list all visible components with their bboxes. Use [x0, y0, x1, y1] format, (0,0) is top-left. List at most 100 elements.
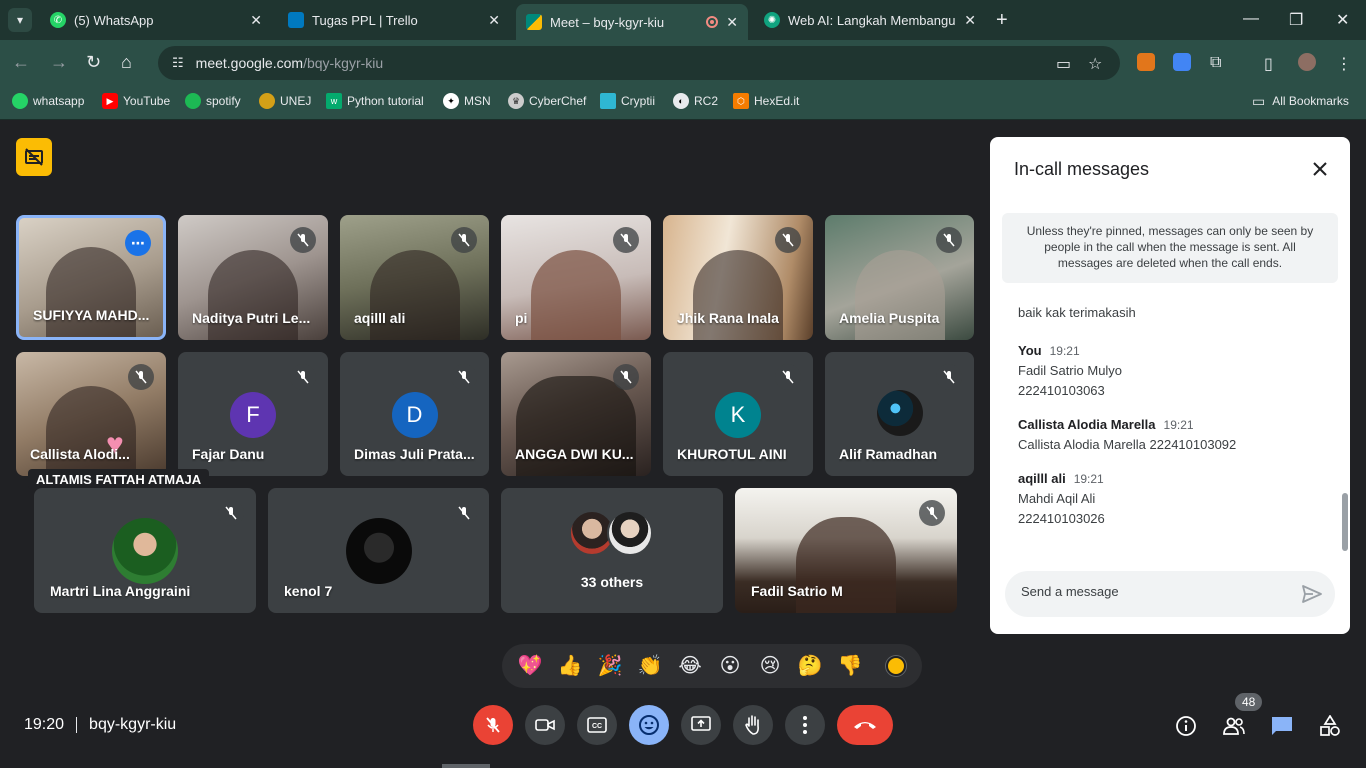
reload-button[interactable]: ↻	[86, 52, 101, 72]
thumbs-up-reaction[interactable]: 👍	[550, 644, 590, 688]
site-info-icon[interactable]: ☷	[172, 55, 184, 71]
participant-tile[interactable]: ANGGA DWI KU...	[501, 352, 651, 476]
bookmark-whatsapp[interactable]: whatsapp	[12, 92, 84, 110]
participant-name: kenol 7	[284, 583, 333, 599]
side-panel-icon[interactable]: ▯	[1264, 54, 1273, 74]
participant-tile[interactable]: kenol 7	[268, 488, 489, 613]
more-options-icon[interactable]: ⋯	[125, 230, 151, 256]
bookmark-python-tutorial[interactable]: w Python tutorial	[326, 92, 424, 110]
close-window-button[interactable]: ✕	[1336, 10, 1349, 30]
raise-hand-button[interactable]	[733, 705, 773, 745]
metamask-icon[interactable]	[1137, 53, 1155, 71]
all-bookmarks[interactable]: ▭ All Bookmarks	[1252, 92, 1349, 110]
reactions-button[interactable]	[629, 705, 669, 745]
forward-button[interactable]: →	[50, 52, 68, 72]
message-text: Mahdi Aqil Ali	[1018, 491, 1096, 506]
participant-avatar	[112, 518, 178, 584]
extensions-icon[interactable]: ⧉	[1210, 54, 1221, 72]
participant-name: Fajar Danu	[192, 446, 265, 462]
leave-call-button[interactable]	[837, 705, 893, 745]
clap-reaction[interactable]: 👏	[630, 644, 670, 688]
chat-icon	[1272, 717, 1292, 735]
party-reaction[interactable]: 🎉	[590, 644, 630, 688]
bookmark-spotify[interactable]: spotify	[185, 92, 241, 110]
bookmark-cryptii[interactable]: Cryptii	[600, 92, 655, 110]
message-group: aqilll ali 19:21 Mahdi Aqil Ali 222410103…	[1018, 469, 1328, 529]
present-screen-button[interactable]	[681, 705, 721, 745]
present-icon	[691, 716, 711, 731]
bookmark-msn[interactable]: ✦ MSN	[443, 92, 491, 110]
bookmark-rc2[interactable]: ◐ RC2	[673, 92, 718, 110]
send-button[interactable]	[1301, 583, 1323, 610]
close-tab-icon[interactable]: ✕	[726, 14, 738, 31]
new-tab-button[interactable]: +	[996, 10, 1008, 30]
camera-permission-icon[interactable]: ▭	[1056, 54, 1071, 74]
bookmark-hexed[interactable]: ⬡ HexEd.it	[733, 92, 799, 110]
minimize-button[interactable]: —	[1243, 10, 1259, 28]
tab-whatsapp[interactable]: ✆ (5) WhatsApp ✕	[40, 6, 272, 34]
mic-off-icon	[919, 500, 945, 526]
participant-tile[interactable]: ♥ Callista Alodi...	[16, 352, 166, 476]
thumbs-down-reaction[interactable]: 👎	[830, 644, 870, 688]
menu-icon[interactable]: ⋮	[1336, 54, 1352, 74]
close-tab-icon[interactable]: ✕	[488, 12, 500, 29]
globe-icon: ◐	[673, 93, 689, 109]
thinking-reaction[interactable]: 🤔	[790, 644, 830, 688]
chat-scrollbar[interactable]	[1342, 493, 1348, 551]
people-button[interactable]	[1222, 714, 1246, 738]
bookmark-cyberchef[interactable]: ♛ CyberChef	[508, 92, 586, 110]
sparkling-heart-reaction[interactable]: 💖	[510, 644, 550, 688]
tab-meet[interactable]: Meet – bqy-kgyr-kiu ✕	[516, 4, 748, 40]
message-text: baik kak terimakasih	[1018, 305, 1136, 320]
participant-tile[interactable]: F Fajar Danu	[178, 352, 328, 476]
participant-tile[interactable]: ⋯ SUFIYYA MAHD...	[16, 215, 166, 340]
tab-trello[interactable]: Tugas PPL | Trello ✕	[278, 6, 510, 34]
laugh-reaction[interactable]: 😂	[670, 644, 710, 688]
close-panel-button[interactable]	[1308, 157, 1332, 181]
back-button[interactable]: ←	[12, 52, 30, 72]
w3schools-icon: w	[326, 93, 342, 109]
chat-button[interactable]	[1270, 714, 1294, 738]
translate-icon[interactable]	[1173, 53, 1191, 71]
participant-tile[interactable]: aqilll ali	[340, 215, 489, 340]
url-path: /bqy-kgyr-kiu	[303, 55, 384, 71]
tab-search-button[interactable]: ▾	[8, 8, 32, 32]
restore-button[interactable]: ❐	[1289, 10, 1303, 30]
participant-tile[interactable]: Jhik Rana Inala	[663, 215, 813, 340]
close-tab-icon[interactable]: ✕	[250, 12, 262, 29]
tab-web-ai[interactable]: ✺ Web AI: Langkah Membangun ✕	[754, 6, 986, 34]
msn-icon: ✦	[443, 93, 459, 109]
participant-tile[interactable]: Fadil Satrio M	[735, 488, 957, 613]
message-input[interactable]	[1021, 584, 1281, 599]
bookmark-star-icon[interactable]: ☆	[1088, 54, 1102, 74]
more-options-button[interactable]	[785, 705, 825, 745]
bookmark-unej[interactable]: UNEJ	[259, 92, 311, 110]
participant-tile[interactable]: D Dimas Juli Prata...	[340, 352, 489, 476]
skin-tone-button[interactable]	[886, 656, 906, 676]
captions-off-button[interactable]	[16, 138, 52, 176]
mic-off-icon	[128, 364, 154, 390]
participant-tile[interactable]: pi	[501, 215, 651, 340]
participant-avatar	[607, 510, 653, 556]
address-bar[interactable]: ☷ meet.google.com/bqy-kgyr-kiu	[158, 46, 1120, 80]
profile-avatar[interactable]	[1298, 53, 1316, 71]
participant-tile[interactable]: Martri Lina Anggraini	[34, 488, 256, 613]
activities-button[interactable]	[1318, 714, 1342, 738]
participant-tile[interactable]: K KHUROTUL AINI	[663, 352, 813, 476]
participant-avatar: K	[715, 392, 761, 438]
surprised-reaction[interactable]: 😮	[710, 644, 750, 688]
bookmark-youtube[interactable]: ▶ YouTube	[102, 92, 170, 110]
home-button[interactable]: ⌂	[121, 52, 132, 72]
captions-button[interactable]: CC	[577, 705, 617, 745]
camera-toggle-button[interactable]	[525, 705, 565, 745]
sad-reaction[interactable]: 😢	[750, 644, 790, 688]
meeting-details-button[interactable]	[1174, 714, 1198, 738]
participant-tile[interactable]: Naditya Putri Le...	[178, 215, 328, 340]
others-tile[interactable]: 33 others	[501, 488, 723, 613]
svg-text:CC: CC	[592, 723, 602, 730]
participant-tile[interactable]: Amelia Puspita	[825, 215, 974, 340]
message-text: Callista Alodia Marella 222410103092	[1018, 437, 1237, 452]
mic-toggle-button[interactable]	[473, 705, 513, 745]
close-tab-icon[interactable]: ✕	[964, 12, 976, 29]
participant-tile[interactable]: Alif Ramadhan	[825, 352, 974, 476]
